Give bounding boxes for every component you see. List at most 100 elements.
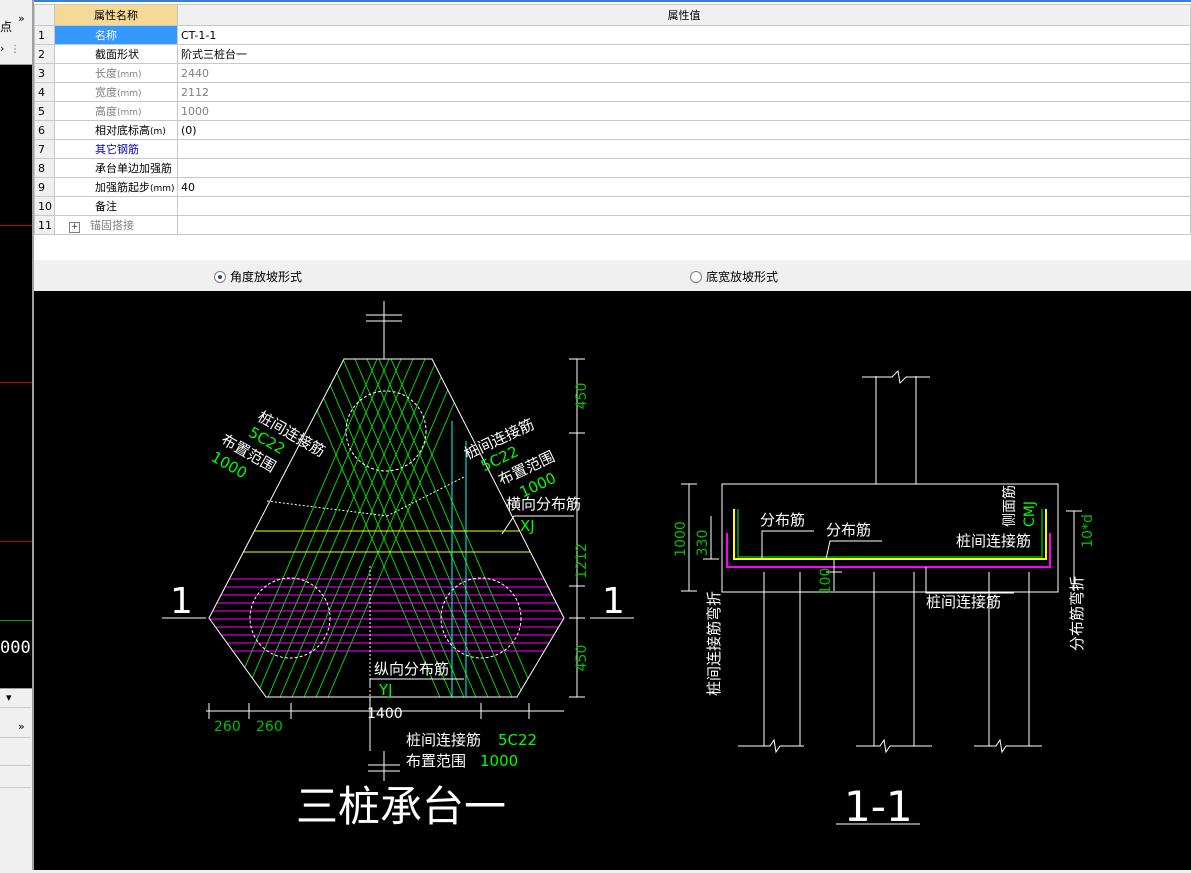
dist-leader xyxy=(761,530,814,559)
row-name[interactable]: 宽度(mm) xyxy=(54,82,178,102)
row-value[interactable] xyxy=(177,196,1191,216)
row-name[interactable]: 名称 xyxy=(54,25,178,45)
dim-bottom: 450 xyxy=(574,645,590,672)
dim-100: 100 xyxy=(818,568,834,595)
radio-unchecked-icon[interactable] xyxy=(690,270,702,283)
plan-title: 三桩承台一 xyxy=(296,782,506,831)
row-value[interactable]: 2112 xyxy=(177,82,1191,102)
table-row[interactable]: 5 高度(mm) 1000 xyxy=(34,101,1191,121)
table-row[interactable]: 4 宽度(mm) 2112 xyxy=(34,82,1191,102)
left-toolbar: 点 » › ⋮ xyxy=(0,0,32,65)
table-row[interactable]: 1 名称 CT-1-1 xyxy=(34,25,1191,45)
left-value-text: 000 xyxy=(0,638,31,658)
table-row[interactable]: 2 截面形状 阶式三桩台一 xyxy=(34,44,1191,64)
column-break-icon xyxy=(862,369,930,385)
radio-bottom-width-slope[interactable]: 底宽放坡形式 xyxy=(690,268,778,285)
radio-angle-slope[interactable]: 角度放坡形式 xyxy=(214,268,302,285)
radio-checked-icon[interactable] xyxy=(214,270,226,283)
row-value[interactable] xyxy=(177,158,1191,178)
row-name[interactable]: 长度(mm) xyxy=(54,63,178,83)
red-guide-line xyxy=(0,382,32,383)
row-value[interactable]: 2440 xyxy=(177,63,1191,83)
label-side: 侧面筋 xyxy=(1001,485,1018,527)
row-number: 6 xyxy=(34,120,55,140)
row-number: 10 xyxy=(34,196,55,216)
table-header: 属性名称 属性值 xyxy=(34,4,1191,26)
drawing-canvas[interactable]: 450 1212 450 260 260 1400 1 1 桩间连接筋 5C22… xyxy=(34,291,1191,870)
row-name[interactable]: + 锚固搭接 xyxy=(54,215,178,235)
row-number: 4 xyxy=(34,82,55,102)
dim-330: 330 xyxy=(695,530,711,557)
header-property-name[interactable]: 属性名称 xyxy=(54,4,178,26)
row-name[interactable]: 承台单边加强筋 xyxy=(54,158,178,178)
row-name-text: 锚固搭接 xyxy=(90,219,134,232)
conn-leader xyxy=(925,567,1014,594)
section-mark-right: 1 xyxy=(602,581,625,622)
panel-header[interactable]: » xyxy=(0,719,31,738)
header-corner xyxy=(34,4,55,26)
row-value[interactable] xyxy=(177,139,1191,159)
row-unit: (mm) xyxy=(117,89,142,99)
green-rebar-band-left xyxy=(209,359,486,697)
radio-label: 底宽放坡形式 xyxy=(706,270,779,284)
label-cmj: CMJ xyxy=(1022,501,1038,527)
grip-handle-icon[interactable]: ⋮ xyxy=(10,44,20,55)
panel-row[interactable] xyxy=(0,747,31,766)
row-value[interactable] xyxy=(177,215,1191,235)
row-number: 7 xyxy=(34,139,55,159)
bottom-rebar-spec: 5C22 xyxy=(498,731,537,749)
expand-plus-icon[interactable]: + xyxy=(69,222,80,233)
pile-circle xyxy=(440,577,522,659)
label-dist2: 分布筋 xyxy=(826,521,871,539)
table-row[interactable]: 8 承台单边加强筋 xyxy=(34,158,1191,178)
section-mark-left: 1 xyxy=(170,581,193,622)
left-toolbar-label: 点 xyxy=(0,20,13,34)
row-value[interactable]: 1000 xyxy=(177,101,1191,121)
dim-height: 1000 xyxy=(673,521,689,557)
row-name[interactable]: 相对底标高(m) xyxy=(54,120,178,140)
small-chevron-icon[interactable]: › xyxy=(0,42,4,55)
row-number: 3 xyxy=(34,63,55,83)
row-name[interactable]: 备注 xyxy=(54,196,178,216)
dropdown-arrow-icon[interactable]: ▾ xyxy=(0,689,31,708)
row-number: 5 xyxy=(34,101,55,121)
expand-chevron-icon[interactable]: » xyxy=(18,12,25,25)
left-lower-panel: ▾ » xyxy=(0,688,32,871)
panel-row[interactable] xyxy=(0,769,31,788)
row-name-text: 宽度 xyxy=(95,86,117,99)
transverse-code: XJ xyxy=(520,517,535,535)
dim-left1: 260 xyxy=(214,719,241,735)
transverse-label: 横向分布筋 xyxy=(506,495,581,513)
row-value[interactable]: CT-1-1 xyxy=(177,25,1191,45)
row-name[interactable]: 截面形状 xyxy=(54,44,178,64)
row-value[interactable]: 40 xyxy=(177,177,1191,197)
row-unit: (mm) xyxy=(117,108,142,118)
row-number: 1 xyxy=(34,25,55,45)
row-name[interactable]: 高度(mm) xyxy=(54,101,178,121)
row-value[interactable]: 阶式三桩台一 xyxy=(177,44,1191,64)
row-unit: (m) xyxy=(150,127,166,137)
panel-chevron-icon[interactable]: » xyxy=(18,720,25,733)
table-row[interactable]: 7 其它钢筋 xyxy=(34,139,1191,159)
bottom-rebar-label: 桩间连接筋 xyxy=(406,731,481,749)
row-name[interactable]: 其它钢筋 xyxy=(54,139,178,159)
dist-leader xyxy=(825,540,882,560)
property-table: 属性名称 属性值 1 名称 CT-1-1 2 截面形状 阶式三桩台一 3 长度(… xyxy=(34,4,1191,235)
row-name-text: 长度 xyxy=(95,67,117,80)
dim-width: 1400 xyxy=(367,706,403,722)
table-row[interactable]: 9 加强筋起步(mm) 40 xyxy=(34,177,1191,197)
table-row[interactable]: 11 + 锚固搭接 xyxy=(34,215,1191,235)
row-value[interactable]: (0) xyxy=(177,120,1191,140)
table-row[interactable]: 3 长度(mm) 2440 xyxy=(34,63,1191,83)
slope-mode-options: 角度放坡形式 底宽放坡形式 xyxy=(34,262,1191,288)
row-unit: (mm) xyxy=(150,184,175,194)
header-property-value[interactable]: 属性值 xyxy=(177,4,1191,26)
radio-label: 角度放坡形式 xyxy=(230,270,303,284)
row-name[interactable]: 加强筋起步(mm) xyxy=(54,177,178,197)
dim-top: 450 xyxy=(574,383,590,410)
table-row[interactable]: 6 相对底标高(m) (0) xyxy=(34,120,1191,140)
red-guide-line xyxy=(0,225,32,226)
table-row[interactable]: 10 备注 xyxy=(34,196,1191,216)
row-number: 8 xyxy=(34,158,55,178)
row-name-text: 加强筋起步 xyxy=(95,181,150,194)
